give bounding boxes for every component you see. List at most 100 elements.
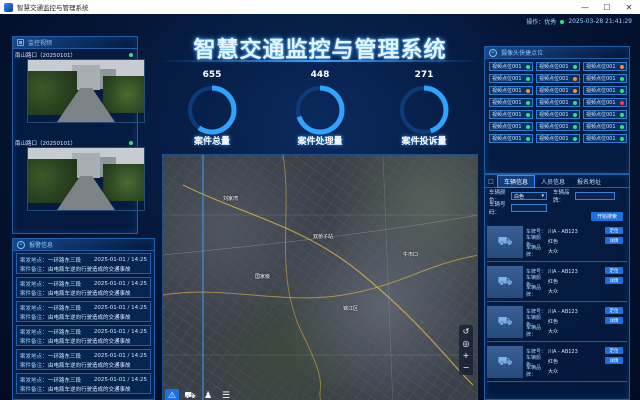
alert-item[interactable]: 案发地点： 一环路东三段 2025-01-01 / 14:25 案件备注： 由电瓶车逆向… [16,349,151,370]
camera-feed[interactable]: 南山路口（20250101） [15,139,145,211]
vehicle-color: 红色 [548,318,559,325]
map-label: 锦江区 [343,306,359,312]
vehicle-plate: 川A - AB123 [548,228,578,235]
camera-point[interactable]: 视频点位001 [583,110,627,119]
compass-icon[interactable]: ◎ [463,339,470,349]
camera-point[interactable]: 视频点位001 [489,86,533,95]
status-dot-icon [526,124,530,129]
camera-point-label: 视频点位001 [586,112,616,118]
alert-list: 案发地点： 一环路东三段 2025-01-01 / 14:25 案件备注： 由电瓶车逆向… [13,251,154,399]
tab-address[interactable]: 报名地址 [571,175,607,188]
camera-point[interactable]: 视频点位001 [536,86,580,95]
camera-point[interactable]: 视频点位001 [489,122,533,131]
color-select[interactable]: 白色 ▾ [511,192,547,200]
camera-point[interactable]: 视频点位001 [489,110,533,119]
camera-point[interactable]: 视频点位001 [536,62,580,71]
map-tool-car-icon[interactable]: ⛟ [183,389,197,400]
camera-point-grid: 视频点位001 视频点位001 视频点位001 视频点位001 视频点位001 视频点位0… [485,59,629,146]
status-dot-icon [573,124,577,129]
camera-point[interactable]: 视频点位001 [536,134,580,143]
camera-point[interactable]: 视频点位001 [583,74,627,83]
camera-point-label: 视频点位001 [492,88,522,94]
vehicle-card: ⛟ 车牌号： 川A - AB123 车辆颜色： 红色 车辆品牌： 大众 定位 详情 [487,304,627,342]
detail-button[interactable]: 详情 [605,317,623,324]
camera-point[interactable]: 视频点位001 [489,74,533,83]
map-tool-alarm-icon[interactable]: ⚠ [165,389,179,400]
detail-button[interactable]: 详情 [605,277,623,284]
camera-point[interactable]: 视频点位001 [583,98,627,107]
camera-point-label: 视频点位001 [492,100,522,106]
alert-note: 由电瓶车逆向行驶造成的交通事故 [48,362,131,369]
plate-input[interactable] [511,204,547,212]
detail-button[interactable]: 详情 [605,237,623,244]
city-map[interactable]: 刘家湾 双桥子站 国家级 锦江区 牛市口 ↺ ◎ + − ⚠ ⛟ ♟ ☰ [162,154,478,400]
alert-note: 由电瓶车逆向行驶造成的交通事故 [48,338,131,345]
panel-header: 监控视频 [13,37,137,49]
panel-title: 报警信息 [29,242,54,249]
maximize-button[interactable]: ☐ [596,0,618,14]
camera-point-label: 视频点位001 [586,76,616,82]
camera-point-label: 视频点位001 [492,64,522,70]
video-frame[interactable] [27,147,145,211]
camera-point[interactable]: 视频点位001 [583,134,627,143]
map-tool-person-icon[interactable]: ♟ [201,389,215,400]
vehicle-card: ⛟ 车牌号： 川A - AB123 车辆颜色： 红色 车辆品牌： 大众 定位 详情 [487,224,627,262]
camera-point-label: 视频点位001 [539,88,569,94]
camera-point[interactable]: 视频点位001 [536,74,580,83]
camera-point[interactable]: 视频点位001 [489,62,533,71]
brand-input[interactable] [575,192,615,200]
alert-item[interactable]: 案发地点： 一环路东三段 2025-01-01 / 14:25 案件备注： 由电瓶车逆向… [16,373,151,394]
alert-item[interactable]: 案发地点： 一环路东三段 2025-01-01 / 14:25 案件备注： 由电瓶车逆向… [16,253,151,274]
locate-button[interactable]: 定位 [605,307,623,314]
zoom-in-button[interactable]: + [463,351,470,361]
stat-complaint-cases: 271 案件投诉量 [384,70,464,154]
video-frame[interactable] [27,59,145,123]
close-button[interactable]: ✕ [618,0,640,14]
tab-vehicle-info[interactable]: 车辆信息 [497,174,536,188]
camera-point[interactable]: 视频点位001 [583,86,627,95]
stat-value: 271 [414,70,434,80]
camera-point[interactable]: 视频点位001 [536,98,580,107]
detail-button[interactable]: 详情 [605,357,623,364]
status-dot-icon [526,64,530,69]
alert-note-label: 案件备注： [20,314,48,321]
chevron-down-icon: ▾ [541,193,544,199]
status-dot-icon [526,112,530,117]
camera-point-panel: + 摄像头快捷点位 视频点位001 视频点位001 视频点位001 视频点位001 视频… [484,46,630,174]
tab-person-info[interactable]: 人员信息 [535,175,571,188]
status-dot-icon [573,112,577,117]
camera-point[interactable]: 视频点位001 [536,110,580,119]
status-dot-icon [620,112,624,117]
window-title-bar: 智慧交通监控与管理系统 — ☐ ✕ [0,0,640,14]
alert-location: 一环路东三段 [48,305,82,312]
camera-point[interactable]: 视频点位001 [583,122,627,131]
vehicle-card: ⛟ 车牌号： 川A - AB123 车辆颜色： 红色 车辆品牌： 大众 定位 详情 [487,344,627,382]
camera-point[interactable]: 视频点位001 [536,122,580,131]
alert-item[interactable]: 案发地点： 一环路东三段 2025-01-01 / 14:25 案件备注： 由电瓶车逆向… [16,277,151,298]
minimize-button[interactable]: — [574,0,596,14]
locate-button[interactable]: 定位 [605,227,623,234]
map-tool-list-icon[interactable]: ☰ [219,389,233,400]
zoom-out-button[interactable]: − [463,363,470,373]
title-divider [160,60,480,62]
camera-point-label: 视频点位001 [492,76,522,82]
camera-caption: 南山路口（20250101） [15,141,76,147]
camera-point[interactable]: 视频点位001 [583,62,627,71]
alert-item[interactable]: 案发地点： 一环路东三段 2025-01-01 / 14:25 案件备注： 由电瓶车逆向… [16,325,151,346]
rotate-icon[interactable]: ↺ [463,327,470,337]
brand-label: 车辆品牌： [526,245,542,258]
alert-item[interactable]: 案发地点： 一环路东三段 2025-01-01 / 14:25 案件备注： 由电瓶车逆向… [16,301,151,322]
camera-feed[interactable]: 南山路口（20250101） [15,51,145,123]
locate-button[interactable]: 定位 [605,267,623,274]
alert-time: 2025-01-01 / 14:25 [93,280,147,287]
camera-point[interactable]: 视频点位001 [489,98,533,107]
gauge-ring [187,85,237,135]
camera-point-label: 视频点位001 [586,88,616,94]
status-line: 操作：优秀 2025-03-28 21:41:29 [526,17,632,26]
camera-point[interactable]: 视频点位001 [489,134,533,143]
map-toolbar: ⚠ ⛟ ♟ ☰ [165,389,233,400]
locate-button[interactable]: 定位 [605,347,623,354]
window-title: 智慧交通监控与管理系统 [17,4,89,12]
status-dot-icon [620,88,624,93]
search-button[interactable]: 开始搜索 [591,212,623,221]
